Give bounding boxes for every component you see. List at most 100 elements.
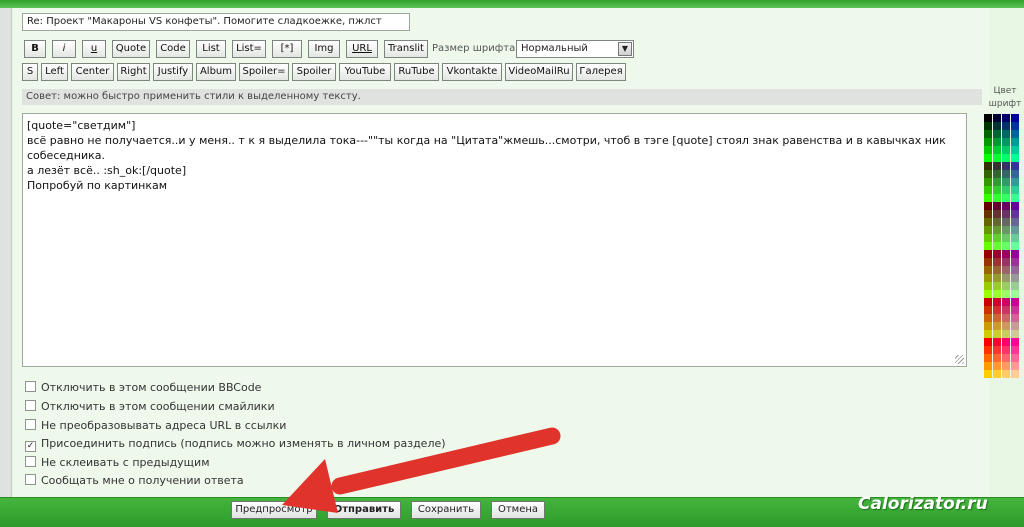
color-swatch[interactable] <box>993 114 1001 122</box>
color-swatch[interactable] <box>1011 138 1019 146</box>
color-swatch[interactable] <box>984 322 992 330</box>
resize-grip-icon[interactable] <box>955 355 964 364</box>
color-swatch[interactable] <box>984 146 992 154</box>
color-swatch[interactable] <box>993 282 1001 290</box>
color-swatch[interactable] <box>993 370 1001 378</box>
color-swatch[interactable] <box>984 306 992 314</box>
color-swatch[interactable] <box>1002 306 1010 314</box>
gallery-button[interactable]: Галерея <box>576 63 626 81</box>
album-button[interactable]: Album <box>196 63 236 81</box>
submit-button[interactable]: Отправить <box>327 501 401 519</box>
save-button[interactable]: Сохранить <box>411 501 481 519</box>
color-swatch[interactable] <box>1002 330 1010 338</box>
color-swatch[interactable] <box>1011 178 1019 186</box>
color-swatch[interactable] <box>1002 346 1010 354</box>
underline-button[interactable]: u <box>82 40 106 58</box>
color-swatch[interactable] <box>1002 186 1010 194</box>
color-swatch[interactable] <box>984 330 992 338</box>
color-swatch[interactable] <box>993 154 1001 162</box>
color-swatch[interactable] <box>1002 234 1010 242</box>
color-swatch[interactable] <box>1011 298 1019 306</box>
italic-button[interactable]: i <box>52 40 76 58</box>
color-swatch[interactable] <box>1011 258 1019 266</box>
checkbox[interactable] <box>25 419 36 430</box>
color-swatch[interactable] <box>1011 194 1019 202</box>
color-swatch[interactable] <box>1011 218 1019 226</box>
color-swatch[interactable] <box>1011 130 1019 138</box>
color-swatch[interactable] <box>1011 226 1019 234</box>
message-textarea[interactable]: [quote="светдим"] всё равно не получаетс… <box>22 113 967 367</box>
color-swatch[interactable] <box>993 202 1001 210</box>
color-swatch[interactable] <box>1011 354 1019 362</box>
color-swatch[interactable] <box>984 258 992 266</box>
rutube-button[interactable]: RuTube <box>394 63 439 81</box>
color-swatch[interactable] <box>1002 178 1010 186</box>
color-swatch[interactable] <box>993 258 1001 266</box>
color-swatch[interactable] <box>1011 122 1019 130</box>
color-swatch[interactable] <box>984 210 992 218</box>
color-swatch[interactable] <box>1002 146 1010 154</box>
color-swatch[interactable] <box>1002 258 1010 266</box>
color-swatch[interactable] <box>1002 282 1010 290</box>
option-disable-smilies[interactable]: Отключить в этом сообщении смайлики <box>25 400 275 414</box>
color-swatch[interactable] <box>1011 210 1019 218</box>
color-swatch[interactable] <box>984 226 992 234</box>
color-swatch[interactable] <box>984 362 992 370</box>
color-swatch[interactable] <box>1011 202 1019 210</box>
color-swatch[interactable] <box>984 338 992 346</box>
color-swatch[interactable] <box>984 266 992 274</box>
option-attach-signature[interactable]: ✓ Присоединить подпись (подпись можно изм… <box>25 437 446 452</box>
translit-button[interactable]: Translit <box>384 40 428 58</box>
checkbox-checked[interactable]: ✓ <box>25 441 36 452</box>
color-swatch[interactable] <box>993 354 1001 362</box>
color-swatch[interactable] <box>993 178 1001 186</box>
color-swatch[interactable] <box>1002 130 1010 138</box>
color-swatch[interactable] <box>984 370 992 378</box>
strike-button[interactable]: S <box>22 63 38 81</box>
color-swatch[interactable] <box>993 234 1001 242</box>
color-swatch[interactable] <box>1011 306 1019 314</box>
cancel-button[interactable]: Отмена <box>491 501 545 519</box>
color-swatch[interactable] <box>1002 362 1010 370</box>
color-swatch[interactable] <box>1011 234 1019 242</box>
color-swatch[interactable] <box>984 122 992 130</box>
youtube-button[interactable]: YouTube <box>339 63 391 81</box>
color-swatch[interactable] <box>993 250 1001 258</box>
color-swatch[interactable] <box>1011 346 1019 354</box>
color-swatch[interactable] <box>1011 314 1019 322</box>
checkbox[interactable] <box>25 456 36 467</box>
color-swatch[interactable] <box>984 130 992 138</box>
color-swatch[interactable] <box>993 322 1001 330</box>
color-swatch[interactable] <box>993 170 1001 178</box>
justify-button[interactable]: Justify <box>153 63 193 81</box>
color-swatch[interactable] <box>1011 362 1019 370</box>
color-swatch[interactable] <box>1011 114 1019 122</box>
spoiler-eq-button[interactable]: Spoiler= <box>239 63 289 81</box>
color-swatch[interactable] <box>984 274 992 282</box>
color-swatch[interactable] <box>993 314 1001 322</box>
color-swatch[interactable] <box>1011 274 1019 282</box>
color-swatch[interactable] <box>984 298 992 306</box>
color-swatch[interactable] <box>993 130 1001 138</box>
color-swatch[interactable] <box>993 138 1001 146</box>
color-swatch[interactable] <box>1011 162 1019 170</box>
color-swatch[interactable] <box>1011 186 1019 194</box>
color-swatch[interactable] <box>984 186 992 194</box>
color-swatch[interactable] <box>984 234 992 242</box>
color-swatch[interactable] <box>984 154 992 162</box>
color-swatch[interactable] <box>1011 250 1019 258</box>
color-swatch[interactable] <box>1002 162 1010 170</box>
color-swatch[interactable] <box>993 306 1001 314</box>
color-swatch[interactable] <box>1002 266 1010 274</box>
option-no-url-links[interactable]: Не преобразовывать адреса URL в ссылки <box>25 419 286 433</box>
color-swatch[interactable] <box>1002 338 1010 346</box>
color-swatch[interactable] <box>993 162 1001 170</box>
color-swatch[interactable] <box>1011 338 1019 346</box>
color-swatch[interactable] <box>984 170 992 178</box>
color-swatch[interactable] <box>1002 354 1010 362</box>
color-swatch[interactable] <box>1011 282 1019 290</box>
color-swatch[interactable] <box>1002 274 1010 282</box>
color-swatch[interactable] <box>993 186 1001 194</box>
color-swatch[interactable] <box>993 266 1001 274</box>
quote-button[interactable]: Quote <box>112 40 150 58</box>
